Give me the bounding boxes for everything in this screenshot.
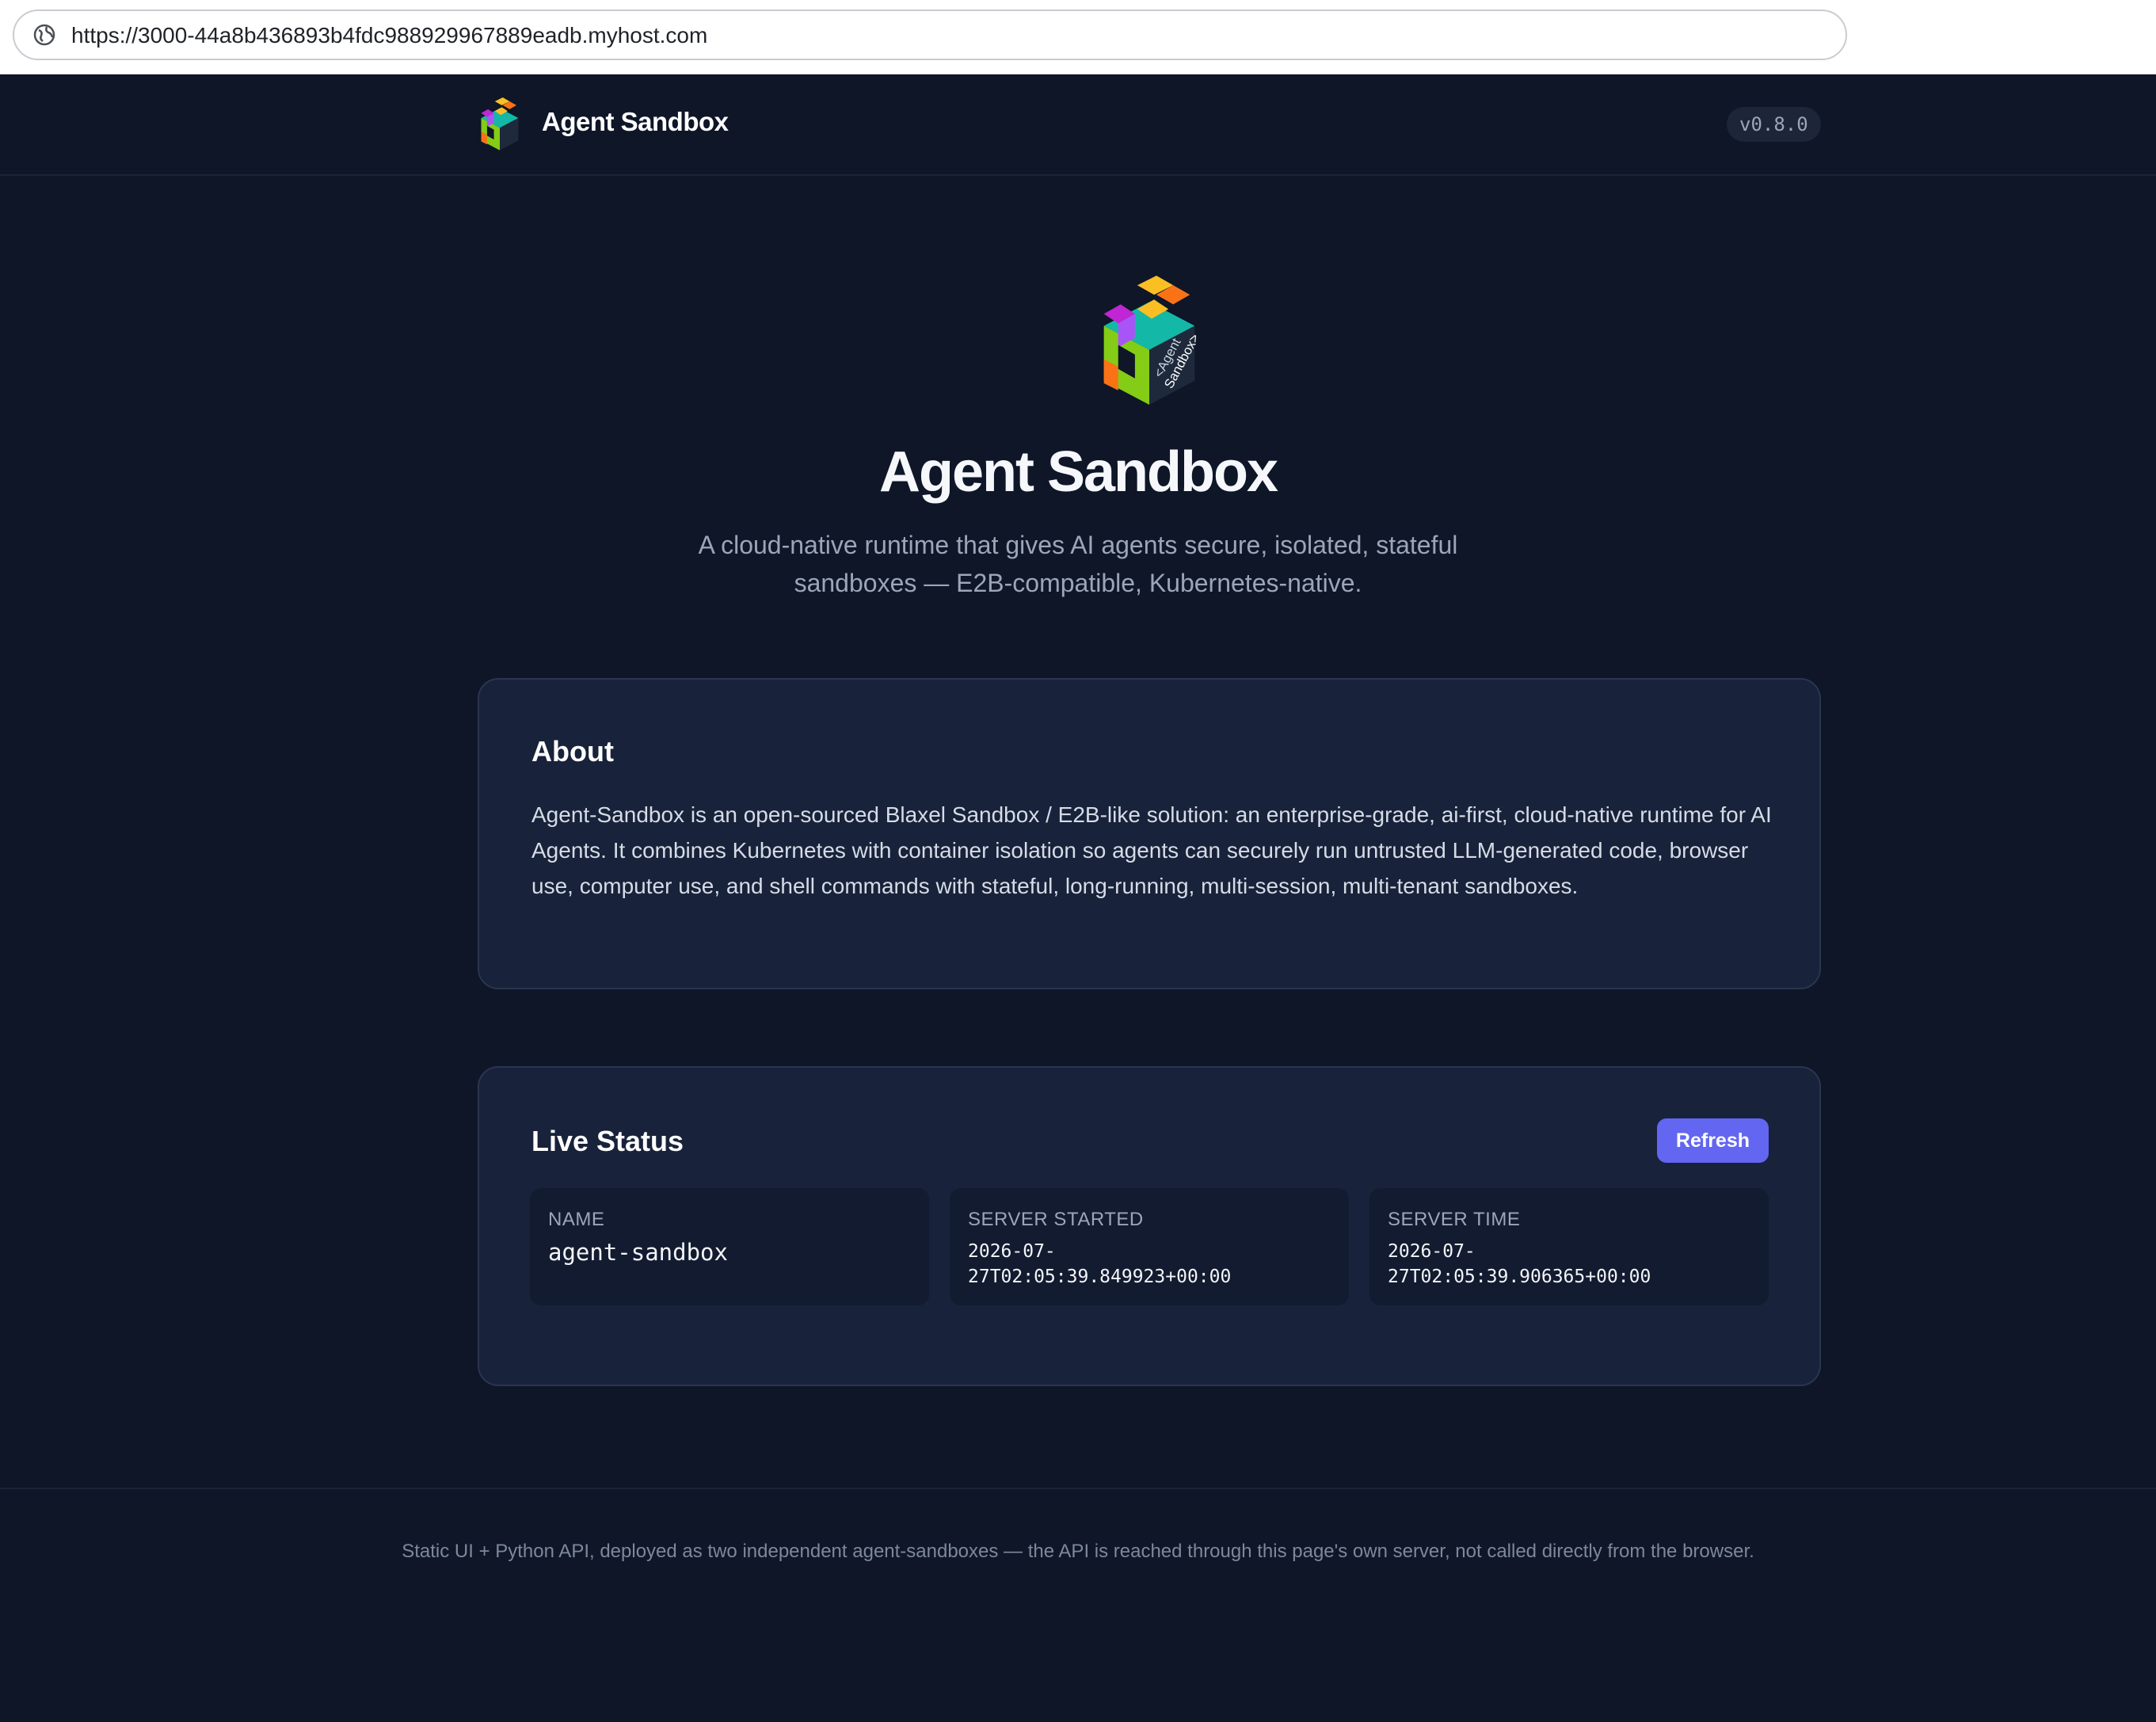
about-description: Agent-Sandbox is an open-sourced Blaxel … bbox=[531, 802, 1772, 898]
about-heading: About bbox=[531, 735, 614, 768]
stat-value-server-time: 2026-07- 27T02:05:39.906365+00:00 bbox=[1388, 1241, 1651, 1287]
stat-value-server-started: 2026-07- 27T02:05:39.849923+00:00 bbox=[968, 1241, 1232, 1287]
live-status-card: Live Status Refresh NAME agent-sandbox S… bbox=[478, 1066, 1821, 1386]
url-text: https://3000-44a8b436893b4fdc98892996788… bbox=[71, 23, 708, 48]
footer-divider bbox=[0, 1488, 2156, 1489]
hero-title: Agent Sandbox bbox=[878, 440, 1278, 504]
browser-toolbar: https://3000-44a8b436893b4fdc98892996788… bbox=[0, 0, 2156, 74]
site-header: Agent Sandbox v0.8.0 bbox=[0, 74, 2156, 176]
refresh-button[interactable]: Refresh bbox=[1656, 1118, 1769, 1163]
address-bar[interactable]: https://3000-44a8b436893b4fdc98892996788… bbox=[13, 10, 1847, 60]
footer-note: Static UI + Python API, deployed as two … bbox=[402, 1541, 1754, 1562]
stat-label-name: NAME bbox=[548, 1209, 605, 1230]
version-badge: v0.8.0 bbox=[1727, 107, 1821, 142]
stat-server-started: SERVER STARTED 2026-07- 27T02:05:39.84992… bbox=[950, 1188, 1349, 1305]
about-card: About Agent-Sandbox is an open-sourced B… bbox=[478, 678, 1821, 989]
stat-label-server-started: SERVER STARTED bbox=[968, 1209, 1144, 1230]
stat-label-server-time: SERVER TIME bbox=[1388, 1209, 1521, 1230]
stat-value-name: agent-sandbox bbox=[548, 1239, 728, 1266]
live-status-heading: Live Status bbox=[531, 1125, 684, 1157]
stat-name: NAME agent-sandbox bbox=[530, 1188, 929, 1305]
hero-logo-icon: <Agent Sandbox> bbox=[1103, 276, 1202, 405]
brand-name[interactable]: Agent Sandbox bbox=[542, 107, 729, 137]
stat-server-time: SERVER TIME 2026-07- 27T02:05:39.906365+0… bbox=[1369, 1188, 1769, 1305]
agent-sandbox-logo-icon[interactable] bbox=[475, 97, 524, 151]
globe-icon bbox=[33, 24, 55, 46]
hero-subtitle: A cloud-native runtime that gives AI age… bbox=[698, 531, 1458, 597]
